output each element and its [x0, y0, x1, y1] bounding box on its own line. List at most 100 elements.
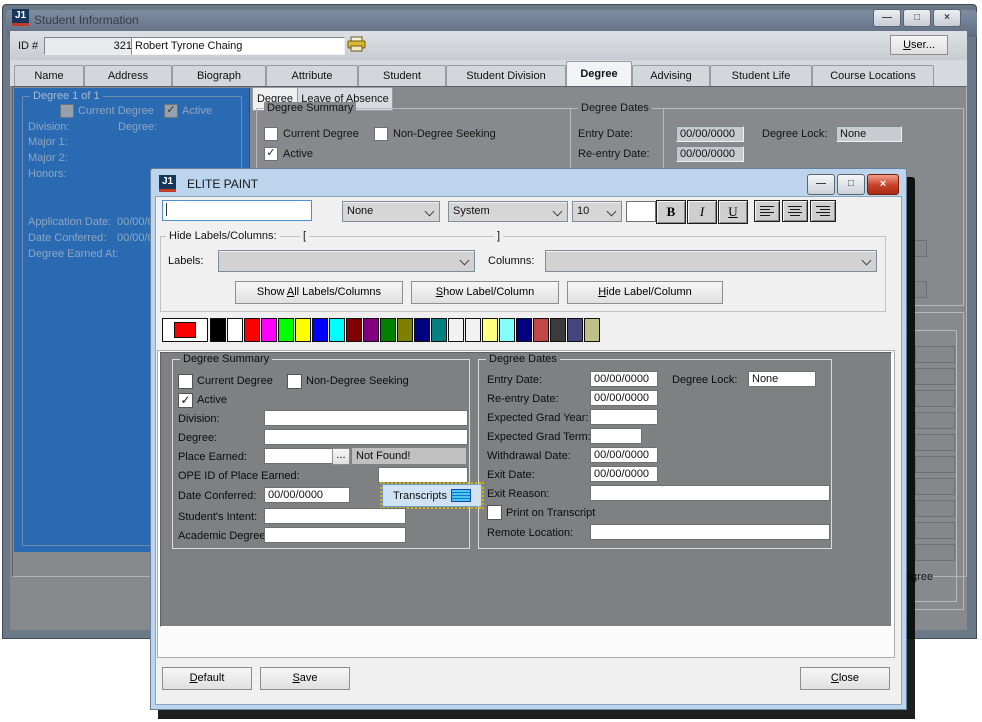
color-swatch[interactable]	[465, 318, 481, 342]
active-checkbox[interactable]	[164, 104, 178, 118]
bg-active-checkbox[interactable]	[264, 147, 278, 161]
paint-date-conferred-input[interactable]: 00/00/0000	[264, 487, 350, 503]
tab-student-life[interactable]: Student Life	[710, 65, 812, 86]
id-field[interactable]: 321	[44, 37, 136, 55]
bold-button[interactable]: B	[656, 200, 686, 224]
underline-button[interactable]: U	[718, 200, 748, 224]
color-swatch[interactable]	[482, 318, 498, 342]
bg-entry-date-label: Entry Date:	[578, 128, 633, 140]
tab-course-locations[interactable]: Course Locations	[812, 65, 934, 86]
labels-dropdown[interactable]	[218, 250, 475, 272]
paint-reentry-date-input[interactable]: 00/00/0000	[590, 390, 658, 406]
dialog-close-footer-button[interactable]: Close	[800, 667, 890, 690]
dialog-minimize-button[interactable]: —	[807, 174, 835, 195]
screen: J1 Student Information — □ × ID # 321 Ro…	[0, 0, 982, 722]
dialog-maximize-button[interactable]: □	[837, 174, 865, 195]
tab-attribute[interactable]: Attribute	[266, 65, 358, 86]
tab-student[interactable]: Student	[358, 65, 446, 86]
color-swatch[interactable]	[499, 318, 515, 342]
paint-expected-grad-term-input[interactable]	[590, 428, 642, 444]
paint-active-checkbox[interactable]	[178, 393, 193, 408]
paint-students-intent-input[interactable]	[264, 508, 406, 524]
paint-current-degree-checkbox[interactable]	[178, 374, 193, 389]
bg-reentry-date-label: Re-entry Date:	[578, 148, 650, 160]
color-swatch[interactable]	[414, 318, 430, 342]
paint-text-input[interactable]	[162, 200, 312, 221]
align-right-button[interactable]	[810, 200, 836, 222]
tab-biograph[interactable]: Biograph	[172, 65, 266, 86]
dialog-close-button[interactable]: ×	[867, 174, 899, 195]
color-swatch[interactable]	[295, 318, 311, 342]
font-size-dropdown[interactable]: 10	[572, 201, 622, 222]
columns-dropdown[interactable]	[545, 250, 877, 272]
paint-exit-reason-input[interactable]	[590, 485, 830, 501]
color-swatch[interactable]	[533, 318, 549, 342]
degree-label: Degree:	[118, 121, 157, 133]
bg-degree-lock-field[interactable]: None	[836, 126, 902, 142]
tab-student-division[interactable]: Student Division	[446, 65, 566, 86]
maximize-button[interactable]: □	[903, 9, 931, 27]
style-dropdown[interactable]: None	[342, 201, 440, 222]
color-swatch[interactable]	[431, 318, 447, 342]
color-swatch[interactable]	[550, 318, 566, 342]
student-name-field[interactable]: Robert Tyrone Chaing	[131, 37, 345, 55]
paint-exit-date-input[interactable]: 00/00/0000	[590, 466, 658, 482]
paint-expected-grad-year-input[interactable]	[590, 409, 658, 425]
bg-non-degree-checkbox[interactable]	[374, 127, 388, 141]
show-label-column-button[interactable]: Show Label/Column	[411, 281, 559, 304]
tab-advising[interactable]: Advising	[632, 65, 710, 86]
paint-withdrawal-date-input[interactable]: 00/00/0000	[590, 447, 658, 463]
italic-button[interactable]: I	[687, 200, 717, 224]
hide-label-column-button[interactable]: Hide Label/Column	[567, 281, 723, 304]
color-swatch[interactable]	[261, 318, 277, 342]
align-center-button[interactable]	[782, 200, 808, 222]
paint-ope-id-input[interactable]	[378, 467, 468, 483]
font-dropdown[interactable]: System	[448, 201, 568, 222]
default-button[interactable]: Default	[162, 667, 252, 690]
color-preview-box[interactable]	[626, 201, 656, 222]
color-swatch[interactable]	[312, 318, 328, 342]
bg-entry-date-field[interactable]: 00/00/0000	[676, 126, 744, 142]
paint-degree-input[interactable]	[264, 429, 468, 445]
paint-remote-location-input[interactable]	[590, 524, 830, 540]
paint-print-on-transcript-checkbox[interactable]	[487, 505, 502, 520]
place-earned-browse-button[interactable]: ...	[332, 448, 350, 465]
paint-degree-lock-input[interactable]: None	[748, 371, 816, 387]
color-swatch[interactable]	[567, 318, 583, 342]
close-button[interactable]: ×	[933, 9, 961, 27]
color-swatch[interactable]	[227, 318, 243, 342]
bg-field-fragment	[913, 240, 927, 257]
tab-name[interactable]: Name	[14, 65, 84, 86]
paint-academic-degree-input[interactable]	[264, 527, 406, 543]
color-swatch[interactable]	[584, 318, 600, 342]
transcripts-button[interactable]: Transcripts	[382, 484, 482, 507]
print-icon[interactable]	[347, 36, 367, 56]
bg-reentry-date-field[interactable]: 00/00/0000	[676, 146, 744, 162]
paint-non-degree-checkbox[interactable]	[287, 374, 302, 389]
tab-address[interactable]: Address	[84, 65, 172, 86]
color-swatch[interactable]	[380, 318, 396, 342]
paint-place-earned-input[interactable]	[264, 448, 334, 464]
not-found-label: Not Found!	[352, 448, 466, 464]
bg-current-degree-checkbox[interactable]	[264, 127, 278, 141]
user-button[interactable]: User...	[890, 35, 948, 55]
color-swatch[interactable]	[210, 318, 226, 342]
color-swatch[interactable]	[346, 318, 362, 342]
save-button[interactable]: Save	[260, 667, 350, 690]
color-swatch[interactable]	[363, 318, 379, 342]
color-swatch[interactable]	[448, 318, 464, 342]
align-left-button[interactable]	[754, 200, 780, 222]
color-swatch[interactable]	[244, 318, 260, 342]
color-swatch[interactable]	[329, 318, 345, 342]
color-swatch[interactable]	[516, 318, 532, 342]
color-swatch[interactable]	[397, 318, 413, 342]
paint-division-input[interactable]	[264, 410, 468, 426]
tab-degree[interactable]: Degree	[566, 61, 632, 86]
color-swatch[interactable]	[278, 318, 294, 342]
minimize-button[interactable]: —	[873, 9, 901, 27]
paint-entry-date-input[interactable]: 00/00/0000	[590, 371, 658, 387]
show-all-labels-columns-button[interactable]: Show All Labels/Columns	[235, 281, 403, 304]
app-logo-icon: J1	[12, 9, 29, 26]
current-degree-checkbox[interactable]	[60, 104, 74, 118]
paint-entry-date-label: Entry Date:	[487, 374, 542, 386]
